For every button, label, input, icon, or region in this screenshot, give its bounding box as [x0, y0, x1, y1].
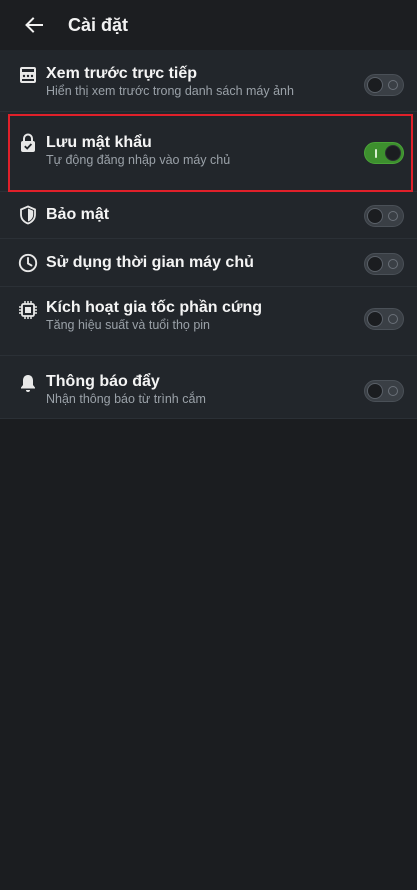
- toggle-live-preview[interactable]: [364, 74, 404, 96]
- setting-row-server-time[interactable]: Sử dụng thời gian máy chủ: [0, 239, 417, 287]
- clock-icon: [17, 252, 39, 274]
- toggle-save-password[interactable]: [364, 142, 404, 164]
- bell-icon: [17, 372, 39, 394]
- setting-row-security[interactable]: Bảo mật: [0, 192, 417, 239]
- setting-row-save-password[interactable]: Lưu mật khẩu Tự động đăng nhập vào máy c…: [0, 112, 417, 192]
- setting-subtitle: Tăng hiệu suất và tuổi thọ pin: [46, 318, 211, 332]
- chip-icon: [17, 299, 39, 321]
- toggle-hardware-acceleration[interactable]: [364, 308, 404, 330]
- setting-row-push-notifications[interactable]: Thông báo đẩy Nhận thông báo từ trình cắ…: [0, 356, 417, 419]
- setting-subtitle: Tự động đăng nhập vào máy chủ: [46, 153, 231, 167]
- shield-icon: [17, 204, 39, 226]
- preview-list-icon: [17, 64, 39, 86]
- setting-title: Lưu mật khẩu: [46, 134, 152, 151]
- setting-row-live-preview[interactable]: Xem trước trực tiếp Hiển thị xem trước t…: [0, 50, 417, 112]
- setting-title: Xem trước trực tiếp: [46, 65, 198, 82]
- toggle-push-notifications[interactable]: [364, 380, 404, 402]
- setting-title: Sử dụng thời gian máy chủ: [46, 254, 254, 271]
- setting-title: Kích hoạt gia tốc phần cứng: [46, 299, 263, 316]
- toggle-server-time[interactable]: [364, 253, 404, 275]
- setting-subtitle: Nhận thông báo từ trình cắm: [46, 392, 206, 406]
- top-app-bar: Cài đặt: [0, 0, 417, 50]
- setting-title: Bảo mật: [46, 206, 110, 223]
- setting-row-hardware-acceleration[interactable]: Kích hoạt gia tốc phần cứng Tăng hiệu su…: [0, 287, 417, 356]
- arrow-left-icon: [25, 17, 43, 33]
- back-button[interactable]: [22, 13, 46, 37]
- setting-subtitle: Hiển thị xem trước trong danh sách máy ả…: [46, 84, 294, 98]
- toggle-security[interactable]: [364, 205, 404, 227]
- setting-title: Thông báo đẩy: [46, 373, 160, 390]
- settings-list: Xem trước trực tiếp Hiển thị xem trước t…: [0, 50, 417, 419]
- page-title: Cài đặt: [68, 15, 129, 35]
- lock-icon: [17, 132, 39, 154]
- settings-screen: Cài đặt Xem trước trực tiếp Hiển thị xem…: [0, 0, 417, 890]
